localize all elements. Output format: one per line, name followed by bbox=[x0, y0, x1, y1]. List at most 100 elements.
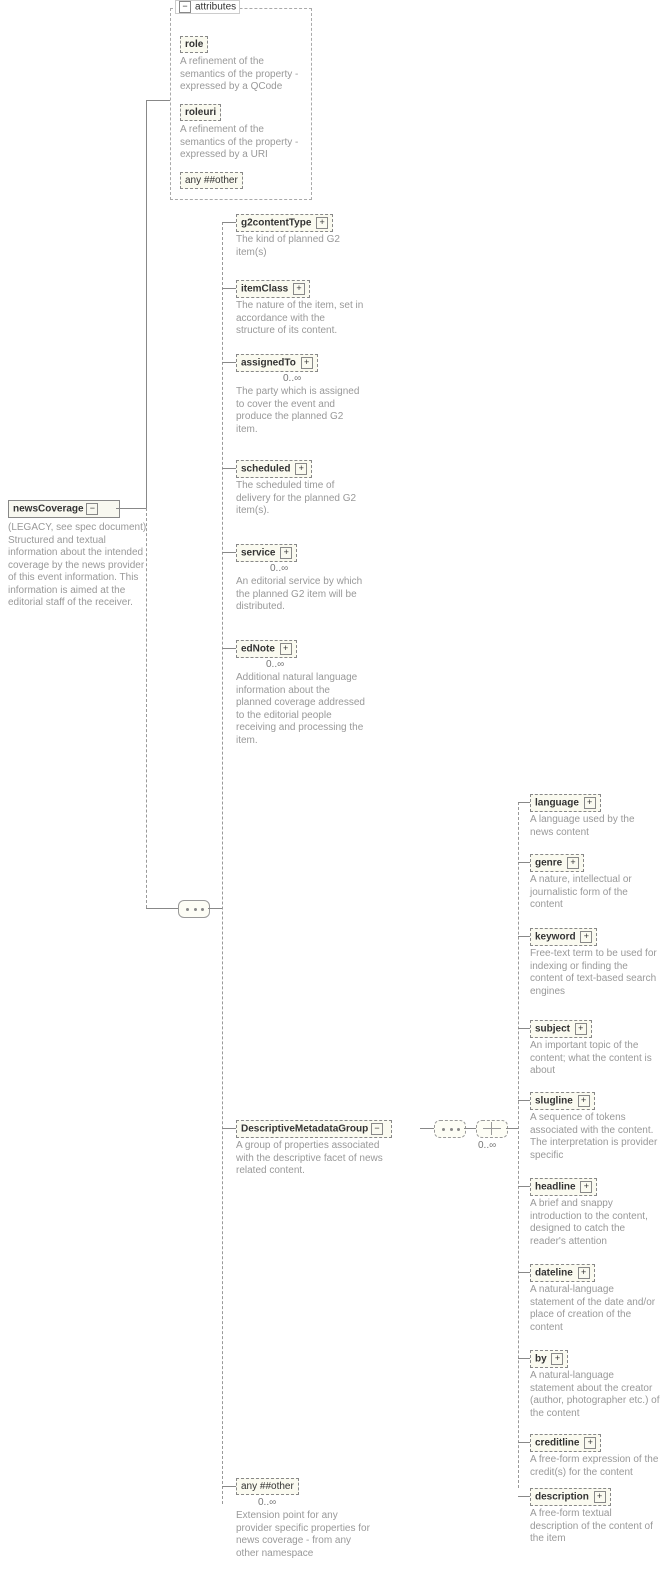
minus-icon[interactable]: − bbox=[371, 1123, 383, 1135]
connector bbox=[222, 468, 236, 469]
desc: A group of properties associated with th… bbox=[236, 1140, 391, 1178]
node-slugline: slugline + bbox=[530, 1092, 595, 1110]
attr-role-label: role bbox=[185, 39, 203, 50]
connector bbox=[506, 1128, 518, 1129]
connector bbox=[146, 908, 178, 909]
label: service bbox=[241, 548, 275, 559]
attr-roleuri: roleuri bbox=[180, 104, 221, 121]
label: assignedTo bbox=[241, 358, 296, 369]
desc: A language used by the news content bbox=[530, 814, 660, 839]
node-genre: genre + bbox=[530, 854, 584, 872]
connector bbox=[518, 802, 520, 1488]
label: scheduled bbox=[241, 464, 290, 475]
desc: A brief and snappy introduction to the c… bbox=[530, 1198, 660, 1248]
plus-icon[interactable]: + bbox=[594, 1491, 606, 1503]
node-dateline: dateline + bbox=[530, 1264, 595, 1282]
sequence-icon bbox=[178, 900, 210, 918]
plus-icon[interactable]: + bbox=[293, 283, 305, 295]
attr-role-desc: A refinement of the semantics of the pro… bbox=[180, 56, 300, 94]
connector bbox=[420, 1128, 434, 1129]
label: language bbox=[535, 798, 579, 809]
sequence-icon bbox=[434, 1120, 466, 1138]
desc: The kind of planned G2 item(s) bbox=[236, 234, 366, 259]
node-keyword: keyword + bbox=[530, 928, 597, 946]
attr-roleuri-label: roleuri bbox=[185, 107, 216, 118]
minus-icon[interactable]: − bbox=[86, 503, 98, 515]
label: slugline bbox=[535, 1096, 573, 1107]
occurs: 0..∞ bbox=[270, 563, 288, 574]
label: any ##other bbox=[241, 1481, 294, 1492]
label: headline bbox=[535, 1182, 576, 1193]
connector bbox=[146, 508, 148, 908]
connector bbox=[146, 100, 147, 508]
plus-icon[interactable]: + bbox=[578, 1267, 590, 1279]
occurs: 0..∞ bbox=[478, 1140, 496, 1151]
label: g2contentType bbox=[241, 218, 311, 229]
node-g2contenttype: g2contentType + bbox=[236, 214, 333, 232]
node-language: language + bbox=[530, 794, 601, 812]
plus-icon[interactable]: + bbox=[580, 1181, 592, 1193]
desc: A free-form textual description of the c… bbox=[530, 1508, 660, 1546]
connector bbox=[518, 1100, 530, 1101]
connector bbox=[222, 288, 236, 289]
root-newscoverage: newsCoverage − bbox=[8, 500, 120, 518]
label: description bbox=[535, 1492, 589, 1503]
node-subject: subject + bbox=[530, 1020, 592, 1038]
node-description: description + bbox=[530, 1488, 611, 1506]
label: dateline bbox=[535, 1268, 573, 1279]
connector bbox=[518, 1186, 530, 1187]
plus-icon[interactable]: + bbox=[580, 931, 592, 943]
connector bbox=[518, 1028, 530, 1029]
connector bbox=[222, 648, 236, 649]
occurs: 0..∞ bbox=[266, 659, 284, 670]
desc: A natural-language statement about the c… bbox=[530, 1370, 660, 1420]
label: keyword bbox=[535, 932, 576, 943]
connector bbox=[222, 1486, 236, 1487]
occurs: 0..∞ bbox=[283, 373, 301, 384]
desc: The party which is assigned to cover the… bbox=[236, 386, 366, 436]
attr-role: role bbox=[180, 36, 208, 53]
connector bbox=[464, 1128, 476, 1129]
desc: Extension point for any provider specifi… bbox=[236, 1510, 372, 1560]
collapse-icon[interactable]: − bbox=[179, 1, 191, 13]
connector bbox=[518, 1496, 530, 1497]
connector bbox=[222, 552, 236, 553]
plus-icon[interactable]: + bbox=[301, 357, 313, 369]
node-service: service + bbox=[236, 544, 297, 562]
desc: Additional natural language information … bbox=[236, 672, 366, 747]
label: subject bbox=[535, 1024, 570, 1035]
connector bbox=[518, 1442, 530, 1443]
connector bbox=[518, 862, 530, 863]
connector bbox=[146, 100, 170, 101]
plus-icon[interactable]: + bbox=[551, 1353, 563, 1365]
connector bbox=[116, 508, 146, 509]
node-by: by + bbox=[530, 1350, 568, 1368]
node-ednote: edNote + bbox=[236, 640, 297, 658]
attr-any: any ##other bbox=[180, 172, 243, 189]
attr-any-label: any ##other bbox=[185, 175, 238, 186]
plus-icon[interactable]: + bbox=[280, 643, 292, 655]
plus-icon[interactable]: + bbox=[280, 547, 292, 559]
plus-icon[interactable]: + bbox=[316, 217, 328, 229]
plus-icon[interactable]: + bbox=[295, 463, 307, 475]
desc: An editorial service by which the planne… bbox=[236, 576, 366, 614]
connector bbox=[518, 802, 530, 803]
node-assignedto: assignedTo + bbox=[236, 354, 318, 372]
desc: A sequence of tokens associated with the… bbox=[530, 1112, 660, 1162]
desc: An important topic of the content; what … bbox=[530, 1040, 660, 1078]
plus-icon[interactable]: + bbox=[578, 1095, 590, 1107]
plus-icon[interactable]: + bbox=[584, 797, 596, 809]
node-any-other: any ##other bbox=[236, 1478, 299, 1495]
connector bbox=[222, 1128, 236, 1129]
attributes-header: −attributes bbox=[175, 0, 240, 14]
connector bbox=[208, 908, 222, 909]
plus-icon[interactable]: + bbox=[584, 1437, 596, 1449]
node-creditline: creditline + bbox=[530, 1434, 601, 1452]
plus-icon[interactable]: + bbox=[567, 857, 579, 869]
label: itemClass bbox=[241, 284, 288, 295]
node-scheduled: scheduled + bbox=[236, 460, 312, 478]
label: edNote bbox=[241, 644, 275, 655]
occurs: 0..∞ bbox=[258, 1497, 276, 1508]
plus-icon[interactable]: + bbox=[575, 1023, 587, 1035]
root-desc: (LEGACY, see spec document) Structured a… bbox=[8, 522, 153, 610]
